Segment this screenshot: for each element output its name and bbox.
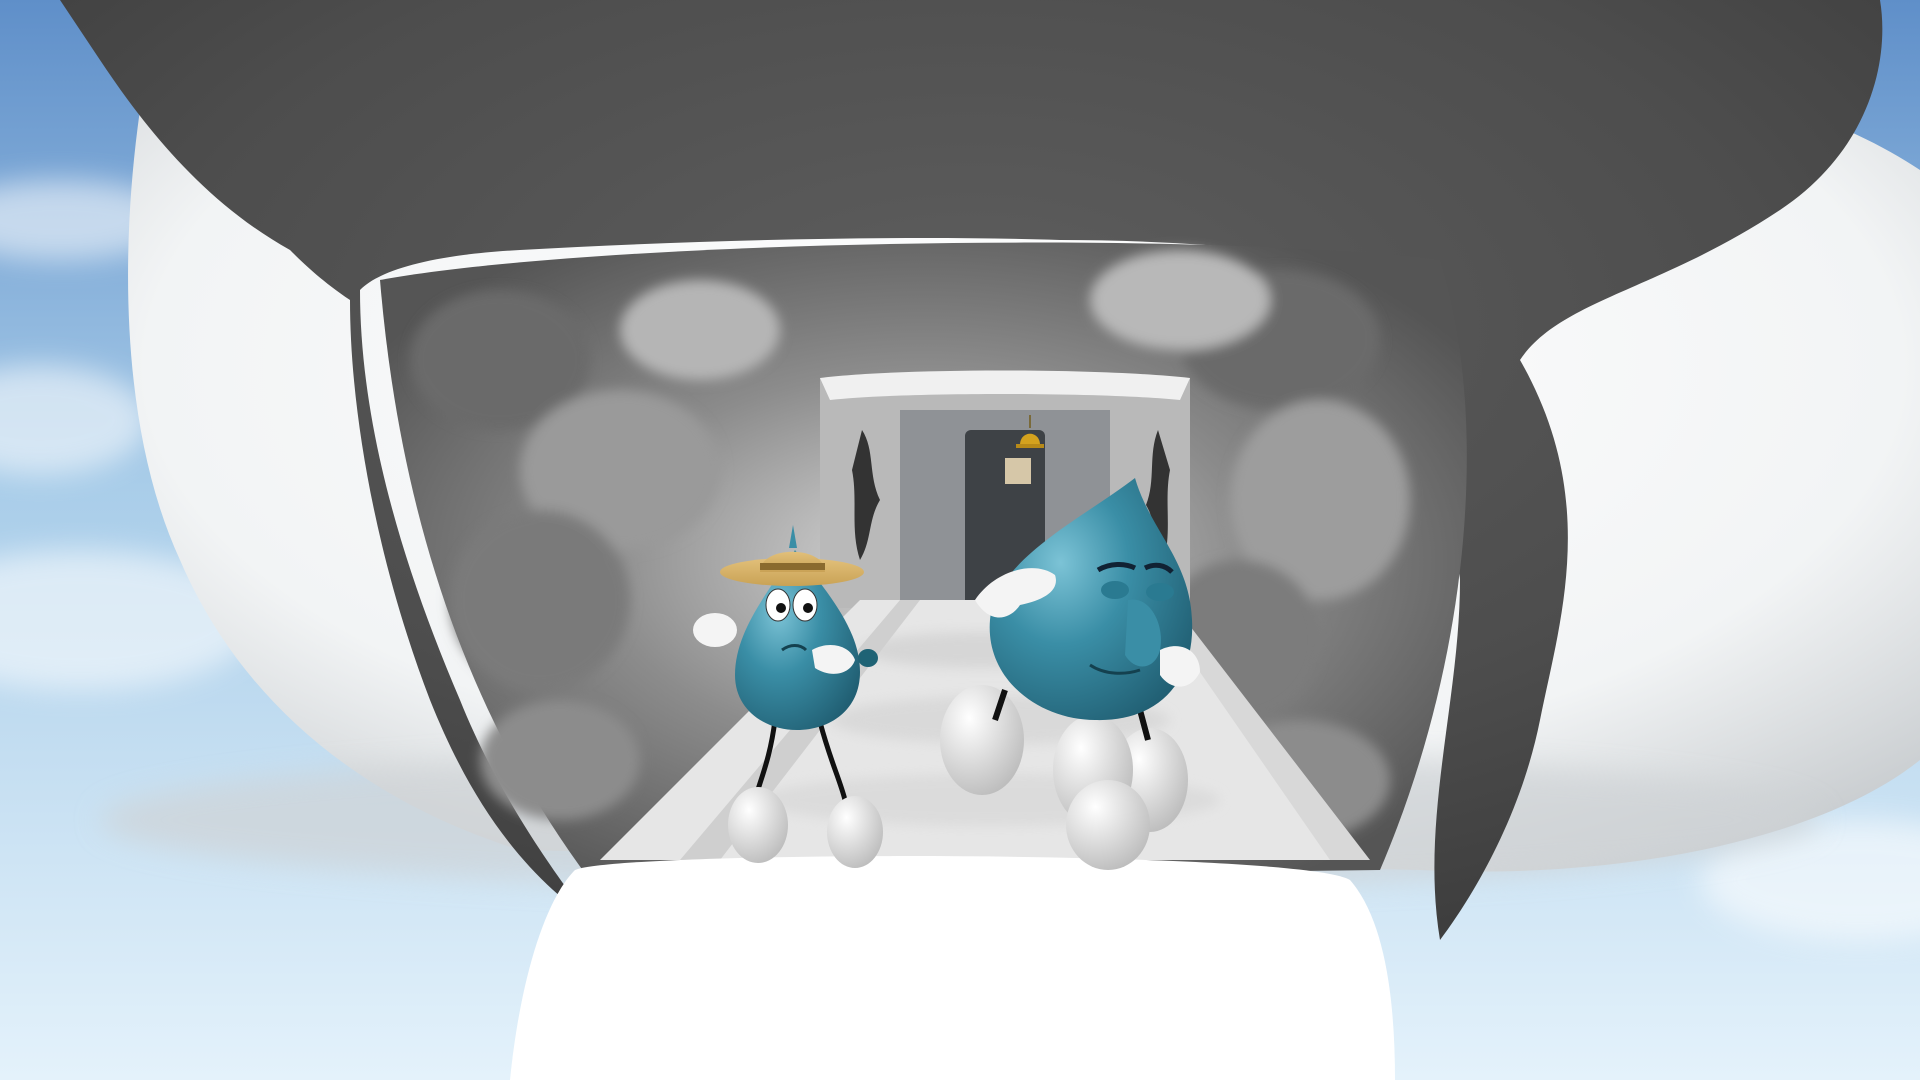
door-sign (1005, 458, 1031, 484)
small-drop-right-shoe (827, 796, 883, 868)
large-drop-front-shoe-right (1066, 780, 1150, 870)
cloud-tunnel-scene (0, 0, 1920, 1080)
small-drop-left-shoe (728, 787, 788, 863)
foreground-cloud-step (510, 856, 1395, 1080)
large-drop-back-shoe-left (940, 685, 1024, 795)
